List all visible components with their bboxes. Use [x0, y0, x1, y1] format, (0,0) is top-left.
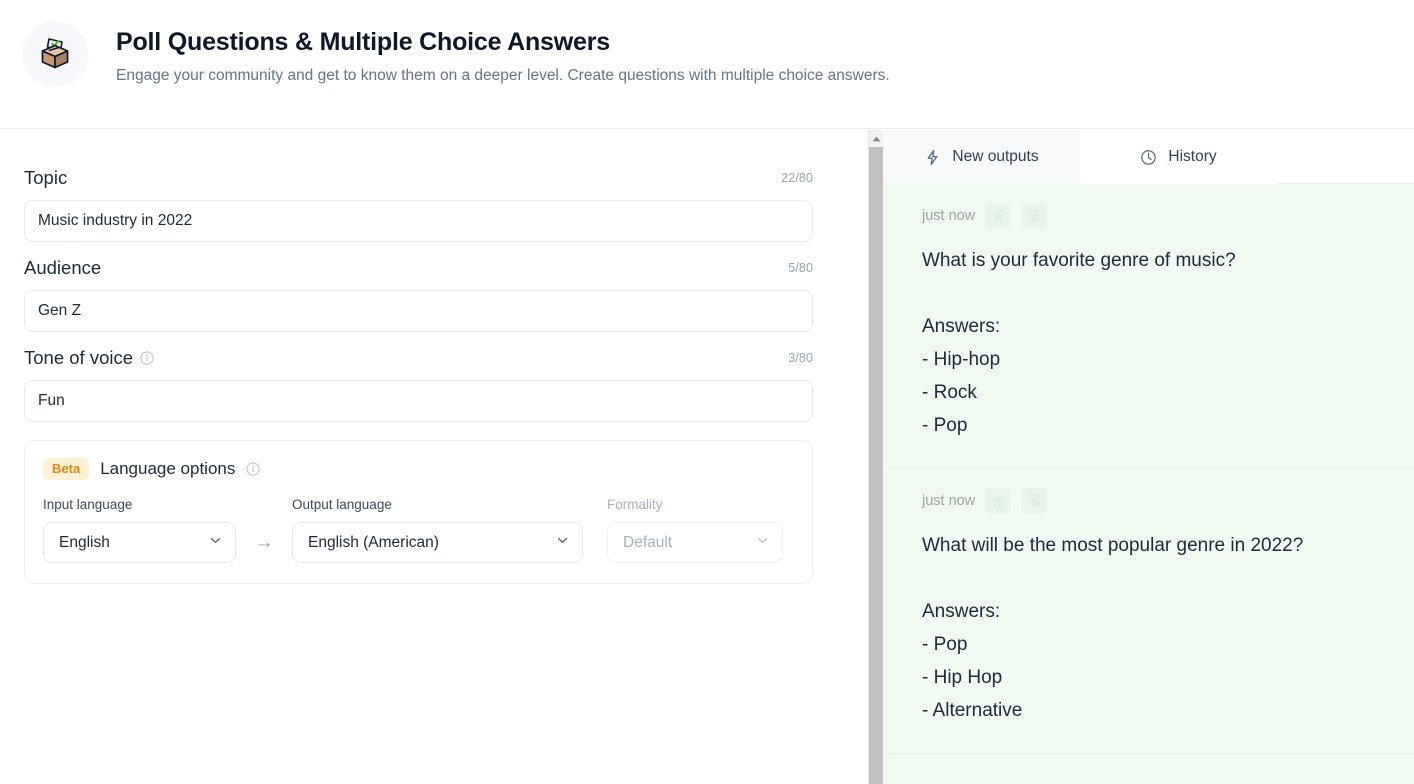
output-item-meta: just now — [922, 203, 1414, 229]
input-language-group: Input language English — [43, 497, 236, 563]
field-topic: Topic 22/80 — [24, 166, 813, 242]
star-icon[interactable] — [985, 488, 1012, 514]
arrow-right-icon: → — [254, 532, 274, 553]
language-options-info-icon[interactable] — [246, 462, 261, 476]
field-topic-label: Topic — [24, 167, 68, 188]
tone-of-voice-input[interactable] — [24, 380, 813, 422]
output-item: just now What is your favorite genre of … — [883, 184, 1414, 469]
page-header: Poll Questions & Multiple Choice Answers… — [0, 0, 1414, 129]
language-options-title: Language options — [100, 459, 236, 478]
formality-select: Default — [607, 522, 783, 563]
beta-badge: Beta — [43, 458, 90, 480]
topic-input[interactable] — [24, 200, 813, 242]
star-icon[interactable] — [985, 203, 1012, 229]
output-language-label: Output language — [292, 497, 392, 512]
page-title: Poll Questions & Multiple Choice Answers — [116, 28, 610, 56]
output-timestamp: just now — [922, 493, 976, 509]
tab-history[interactable]: History — [1080, 130, 1277, 184]
chevron-down-icon — [755, 533, 770, 553]
lightning-bolt-icon — [924, 149, 941, 166]
output-text: What is your favorite genre of music? An… — [922, 250, 1236, 436]
field-topic-counter: 22/80 — [781, 171, 813, 185]
formality-value: Default — [623, 533, 673, 551]
field-audience-label-row: Audience — [24, 256, 101, 280]
tab-new-outputs-label: New outputs — [952, 148, 1039, 165]
copy-icon[interactable] — [1021, 488, 1048, 514]
field-tone-label-row: Tone of voice — [24, 346, 154, 370]
chevron-down-icon — [208, 533, 223, 553]
ballot-box-icon — [22, 21, 88, 87]
input-language-label: Input language — [43, 497, 133, 512]
input-language-value: English — [59, 533, 110, 551]
page-subtitle: Engage your community and get to know th… — [116, 67, 890, 84]
formality-label: Formality — [607, 497, 663, 512]
field-topic-label-row: Topic — [24, 166, 67, 190]
field-audience: Audience 5/80 — [24, 256, 813, 332]
tab-history-label: History — [1168, 148, 1217, 165]
left-panel-scrollbar[interactable] — [868, 130, 884, 784]
output-language-select[interactable]: English (American) — [292, 522, 583, 563]
field-tone-counter: 3/80 — [788, 351, 813, 365]
info-icon[interactable] — [140, 351, 154, 365]
field-audience-counter: 5/80 — [788, 261, 813, 275]
output-text: What will be the most popular genre in 2… — [922, 535, 1304, 721]
field-tone-label: Tone of voice — [24, 347, 134, 368]
tab-new-outputs[interactable]: New outputs — [883, 130, 1080, 184]
output-list: just now What is your favorite genre of … — [883, 184, 1414, 784]
audience-input[interactable] — [24, 290, 813, 332]
scrollbar-thumb[interactable] — [869, 147, 884, 784]
poll-generator-page: Poll Questions & Multiple Choice Answers… — [0, 0, 1414, 784]
output-tabs: New outputs History — [883, 130, 1414, 184]
field-tone-header: Tone of voice 3/80 — [24, 346, 813, 370]
clock-icon — [1140, 149, 1157, 166]
chevron-down-icon — [555, 533, 570, 553]
field-topic-header: Topic 22/80 — [24, 166, 813, 190]
output-item: just now What will be the most popular g… — [883, 469, 1414, 754]
formality-group: Formality Default — [607, 497, 783, 563]
field-audience-header: Audience 5/80 — [24, 256, 813, 280]
field-audience-label: Audience — [24, 257, 102, 278]
form-panel: Topic 22/80 Audience 5/80 Tone of voice — [0, 130, 868, 784]
field-tone-of-voice: Tone of voice 3/80 — [24, 346, 813, 422]
output-item-meta: just now — [922, 488, 1414, 514]
copy-icon[interactable] — [1021, 203, 1048, 229]
output-language-group: Output language English (American) — [292, 497, 583, 563]
input-language-select[interactable]: English — [43, 522, 236, 563]
output-timestamp: just now — [922, 208, 976, 224]
output-language-value: English (American) — [308, 533, 439, 551]
header-text-group: Poll Questions & Multiple Choice Answers… — [116, 18, 890, 87]
language-options-card: Beta Language options Input language Eng… — [24, 440, 813, 584]
scrollbar-up-arrow[interactable] — [869, 130, 884, 147]
output-panel: New outputs History just now What is you… — [883, 130, 1414, 784]
language-options-header: Beta Language options — [43, 458, 794, 480]
language-selectors-row: Input language English → Output language — [43, 497, 794, 563]
